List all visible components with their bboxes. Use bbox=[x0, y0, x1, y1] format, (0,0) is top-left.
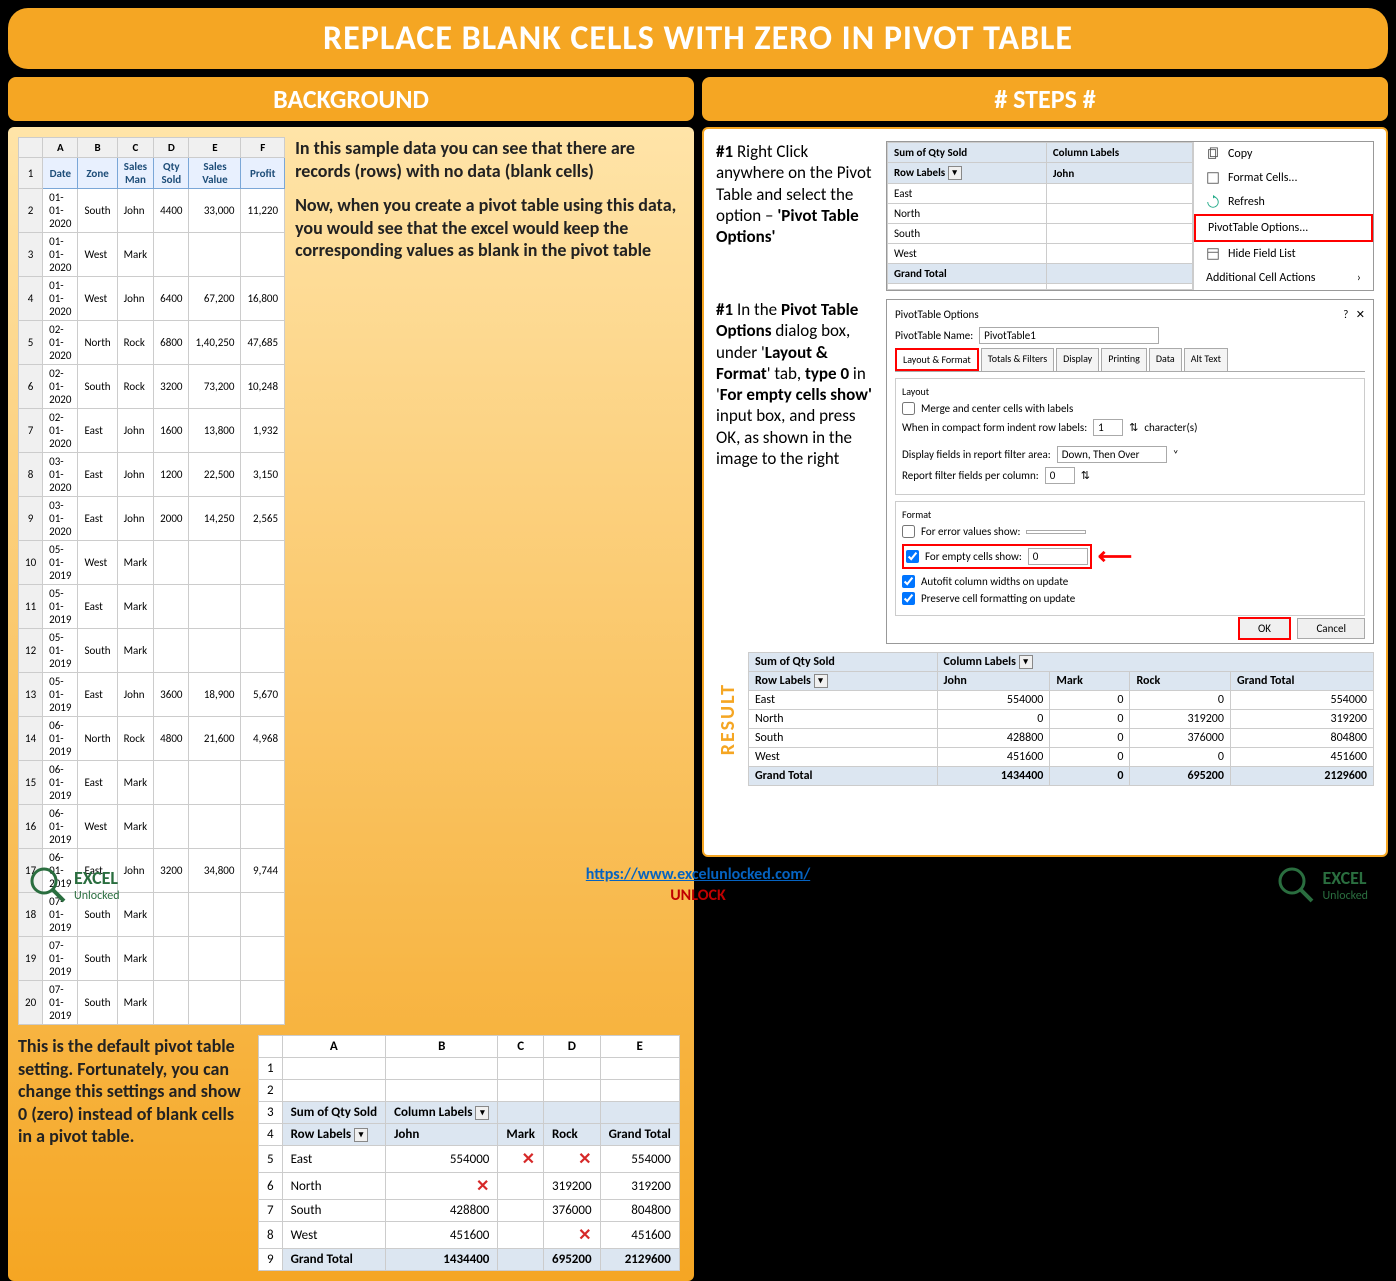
tab-layout-format[interactable]: Layout & Format bbox=[895, 348, 979, 371]
magnifier-icon bbox=[28, 865, 68, 905]
error-values-checkbox[interactable] bbox=[902, 525, 915, 538]
menu-additional-actions[interactable]: Additional Cell Actions› bbox=[1194, 266, 1373, 290]
tab-printing[interactable]: Printing bbox=[1101, 348, 1147, 371]
report-filter-input[interactable]: 0 bbox=[1045, 467, 1075, 484]
dropdown-icon[interactable]: ▾ bbox=[354, 1128, 368, 1142]
menu-format-cells[interactable]: Format Cells... bbox=[1194, 166, 1373, 190]
tab-display[interactable]: Display bbox=[1056, 348, 1099, 371]
logo-right: EXCELUnlocked bbox=[1276, 865, 1368, 905]
menu-hide-field-list[interactable]: Hide Field List bbox=[1194, 242, 1373, 266]
tab-totals-filters[interactable]: Totals & Filters bbox=[981, 348, 1054, 371]
result-label: RESULT bbox=[716, 683, 740, 755]
dropdown-icon[interactable]: ▾ bbox=[475, 1106, 489, 1120]
menu-refresh[interactable]: Refresh bbox=[1194, 190, 1373, 214]
pivottable-options-dialog: PivotTable Options? ✕ PivotTable Name:Pi… bbox=[886, 299, 1374, 644]
main-title: REPLACE BLANK CELLS WITH ZERO IN PIVOT T… bbox=[18, 18, 1378, 59]
ok-button[interactable]: OK bbox=[1238, 617, 1291, 640]
steps-header: # STEPS # bbox=[702, 77, 1388, 121]
indent-input[interactable]: 1 bbox=[1093, 419, 1123, 436]
logo-left: EXCELUnlocked bbox=[28, 865, 120, 905]
step2-text: #1 In the Pivot Table Options dialog box… bbox=[716, 299, 876, 644]
tab-alt-text[interactable]: Alt Text bbox=[1184, 348, 1228, 371]
error-values-input[interactable] bbox=[1026, 530, 1086, 534]
cancel-button[interactable]: Cancel bbox=[1297, 618, 1365, 639]
steps-panel: #1 Right Click anywhere on the Pivot Tab… bbox=[702, 127, 1388, 857]
default-pivot-table: ABCDE 1 2 3Sum of Qty SoldColumn Labels … bbox=[258, 1035, 680, 1271]
empty-cells-checkbox[interactable] bbox=[906, 550, 919, 563]
dialog-title: PivotTable Options bbox=[895, 308, 979, 321]
result-pivot-table: Sum of Qty SoldColumn Labels ▾ Row Label… bbox=[748, 652, 1374, 786]
step1-text: #1 Right Click anywhere on the Pivot Tab… bbox=[716, 141, 876, 291]
website-link[interactable]: https://www.excelunlocked.com/ bbox=[586, 865, 810, 884]
footer-link: https://www.excelunlocked.com/ UNLOCK bbox=[150, 865, 1247, 905]
autofit-checkbox[interactable] bbox=[902, 575, 915, 588]
menu-pivottable-options[interactable]: PivotTable Options... bbox=[1194, 214, 1373, 242]
background-panel: ABCDEF 1DateZoneSales ManQty SoldSales V… bbox=[8, 127, 694, 1281]
dialog-tabs: Layout & Format Totals & Filters Display… bbox=[895, 348, 1365, 372]
magnifier-icon bbox=[1276, 865, 1316, 905]
footer: EXCELUnlocked https://www.excelunlocked.… bbox=[8, 865, 1388, 905]
empty-cells-input[interactable]: 0 bbox=[1028, 548, 1088, 565]
pivot-note: This is the default pivot table setting.… bbox=[18, 1035, 248, 1271]
background-header: BACKGROUND bbox=[8, 77, 694, 121]
display-fields-select[interactable]: Down, Then Over bbox=[1057, 446, 1167, 463]
context-menu-screenshot: Sum of Qty SoldColumn Labels Row Labels … bbox=[886, 141, 1374, 291]
arrow-left-icon: ⟵ bbox=[1098, 542, 1132, 571]
menu-copy[interactable]: Copy bbox=[1194, 142, 1373, 166]
merge-checkbox[interactable] bbox=[902, 402, 915, 415]
preserve-checkbox[interactable] bbox=[902, 592, 915, 605]
main-title-bar: REPLACE BLANK CELLS WITH ZERO IN PIVOT T… bbox=[8, 8, 1388, 69]
pivottable-name-input[interactable]: PivotTable1 bbox=[979, 327, 1159, 344]
tab-data[interactable]: Data bbox=[1149, 348, 1182, 371]
